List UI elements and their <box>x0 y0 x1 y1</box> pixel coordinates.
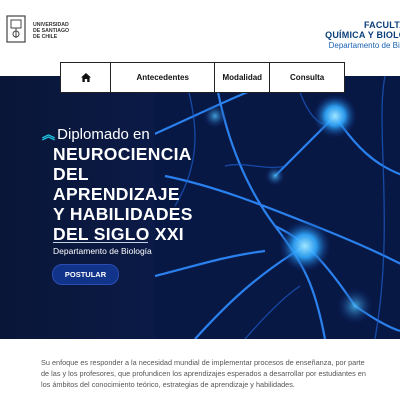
logo-text: UNIVERSIDAD DE SANTIAGO DE CHILE <box>33 22 70 40</box>
faculty-line2: QUÍMICA Y BIOLO <box>325 30 400 40</box>
faculty-department: Departamento de Biol <box>328 41 400 50</box>
double-chevron-up-icon: ︽ <box>42 127 56 142</box>
hero-title-line: APRENDIZAJE <box>53 184 180 204</box>
hero-department: Departamento de Biología <box>53 246 152 256</box>
nav-item-consulta[interactable]: Consulta <box>270 63 344 92</box>
intro-paragraph: Su enfoque es responder a la necesidad m… <box>41 358 366 389</box>
university-logo[interactable]: UNIVERSIDAD DE SANTIAGO DE CHILE <box>4 14 76 50</box>
hero-title-line: Y HABILIDADES <box>53 204 193 224</box>
hero-subtitle: Diplomado en <box>57 126 150 143</box>
nav-home[interactable] <box>61 63 110 92</box>
home-icon <box>80 73 91 82</box>
hero-title-line: NEUROCIENCIA <box>53 144 192 164</box>
university-seal-icon <box>6 15 26 43</box>
faculty-line1: FACULTA <box>363 20 400 30</box>
faculty-name: FACULTA QUÍMICA Y BIOLO Departamento de … <box>325 20 400 51</box>
hero-divider <box>53 242 148 243</box>
hero-title-line: DEL SIGLO XXI <box>53 224 184 244</box>
hero-subtitle-row: ︽ Diplomado en <box>42 126 150 144</box>
hero-title-line: DEL <box>53 164 89 184</box>
hero-banner: ︽ Diplomado en NEUROCIENCIA DEL APRENDIZ… <box>0 76 400 339</box>
nav-item-antecedentes[interactable]: Antecedentes <box>111 63 214 92</box>
postular-button[interactable]: POSTULAR <box>52 264 119 285</box>
nav-item-modalidad[interactable]: Modalidad <box>215 63 269 92</box>
main-navigation: Antecedentes Modalidad Consulta <box>60 62 345 93</box>
